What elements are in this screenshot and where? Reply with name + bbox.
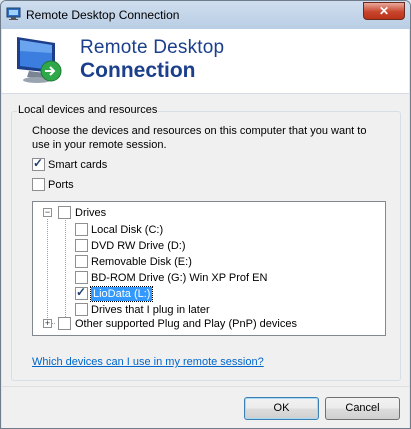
window-title: Remote Desktop Connection — [26, 8, 180, 22]
smart-cards-label[interactable]: Smart cards — [48, 158, 107, 172]
ports-checkbox[interactable] — [32, 178, 45, 191]
pnp-expand-toggle[interactable]: + — [43, 319, 52, 328]
drives-collapse-toggle[interactable]: − — [43, 208, 52, 217]
dialog-window: Remote Desktop Connection ✕ Remote Deskt… — [0, 0, 411, 429]
drive-label-g[interactable]: BD-ROM Drive (G:) Win XP Prof EN — [91, 271, 267, 285]
content-area: Local devices and resources Choose the d… — [2, 94, 409, 386]
header-banner: Remote Desktop Connection — [2, 29, 409, 94]
drive-label-later[interactable]: Drives that I plug in later — [91, 303, 210, 317]
pnp-checkbox[interactable] — [58, 317, 71, 330]
drive-label-d[interactable]: DVD RW Drive (D:) — [91, 239, 186, 253]
header-title-line1: Remote Desktop — [80, 37, 225, 58]
drives-label[interactable]: Drives — [75, 206, 106, 220]
group-description: Choose the devices and resources on this… — [32, 125, 367, 151]
ok-button[interactable]: OK — [244, 397, 319, 420]
drive-checkbox-c[interactable] — [75, 223, 88, 236]
devices-tree[interactable]: − Drives Local Disk (C:) DVD RW Drive (D… — [32, 201, 386, 336]
remote-desktop-small-icon — [6, 7, 21, 20]
drive-label-l[interactable]: LioData (L:) — [89, 286, 154, 302]
smart-cards-checkbox[interactable] — [32, 156, 45, 171]
tree-connector — [65, 218, 66, 323]
drives-checkbox[interactable] — [58, 206, 71, 219]
drive-checkbox-e[interactable] — [75, 255, 88, 268]
cancel-button[interactable]: Cancel — [325, 397, 400, 420]
drive-label-e[interactable]: Removable Disk (E:) — [91, 255, 192, 269]
header-title-line2: Connection — [80, 59, 196, 82]
drive-checkbox-d[interactable] — [75, 239, 88, 252]
tree-connector — [47, 219, 48, 324]
title-bar[interactable]: Remote Desktop Connection ✕ — [1, 1, 410, 29]
close-button[interactable]: ✕ — [363, 2, 405, 20]
pnp-label[interactable]: Other supported Plug and Play (PnP) devi… — [75, 317, 297, 331]
ports-label[interactable]: Ports — [48, 178, 74, 192]
drive-checkbox-l[interactable] — [75, 285, 88, 300]
drive-checkbox-g[interactable] — [75, 271, 88, 284]
group-label: Local devices and resources — [17, 104, 159, 116]
remote-desktop-icon — [17, 37, 62, 83]
devices-help-link[interactable]: Which devices can I use in my remote ses… — [32, 356, 264, 368]
drive-checkbox-later[interactable] — [75, 303, 88, 316]
drive-label-c[interactable]: Local Disk (C:) — [91, 223, 163, 237]
button-bar: OK Cancel — [2, 386, 409, 428]
